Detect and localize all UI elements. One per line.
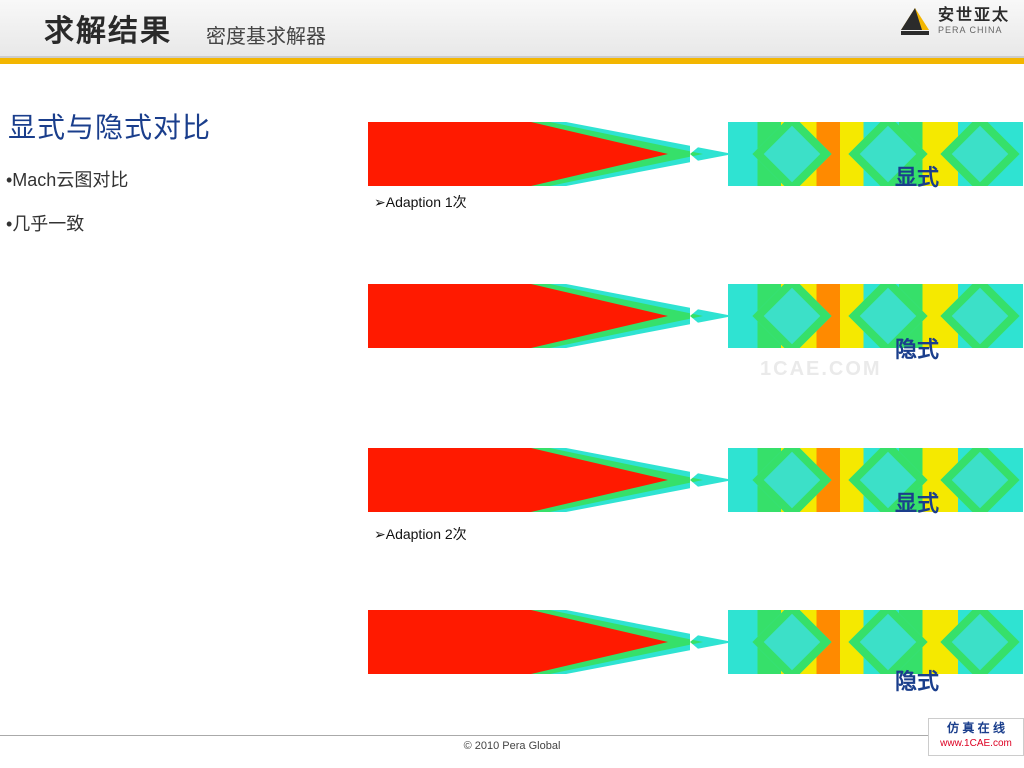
pera-logo-icon: [898, 6, 932, 36]
contour-implicit: [368, 246, 1023, 386]
badge-title: 仿 真 在 线: [929, 721, 1023, 737]
copyright-text: © 2010 Pera Global: [464, 740, 561, 752]
logo-subtext: PERA CHINA: [938, 25, 1010, 35]
figure-caption-1: ➢Adaption 1次: [374, 192, 467, 212]
watermark: 1CAE.COM: [760, 358, 882, 381]
slide-body: 显式与隐式对比 •Mach云图对比 •几乎一致 ➢Adaption 1次: [0, 64, 1024, 756]
label-explicit: 显式: [895, 486, 939, 518]
logo-text: 安世亚太: [938, 7, 1010, 24]
label-explicit: 显式: [895, 160, 939, 192]
slide-footer: © 2010 Pera Global: [0, 735, 1024, 756]
slide-subtitle: 密度基求解器: [206, 20, 326, 49]
label-implicit: 隐式: [895, 332, 939, 364]
bullet-item: •Mach云图对比: [6, 166, 128, 192]
source-badge: 仿 真 在 线 www.1CAE.com: [928, 718, 1024, 756]
section-heading: 显式与隐式对比: [8, 106, 211, 146]
brand-logo: 安世亚太 PERA CHINA: [898, 6, 1010, 36]
label-implicit: 隐式: [895, 664, 939, 696]
figure-caption-2: ➢Adaption 2次: [374, 524, 467, 544]
badge-url: www.1CAE.com: [929, 737, 1023, 750]
bullet-item: •几乎一致: [6, 210, 84, 236]
slide-title: 求解结果: [44, 6, 172, 50]
slide-header: 求解结果 密度基求解器 安世亚太 PERA CHINA: [0, 0, 1024, 58]
